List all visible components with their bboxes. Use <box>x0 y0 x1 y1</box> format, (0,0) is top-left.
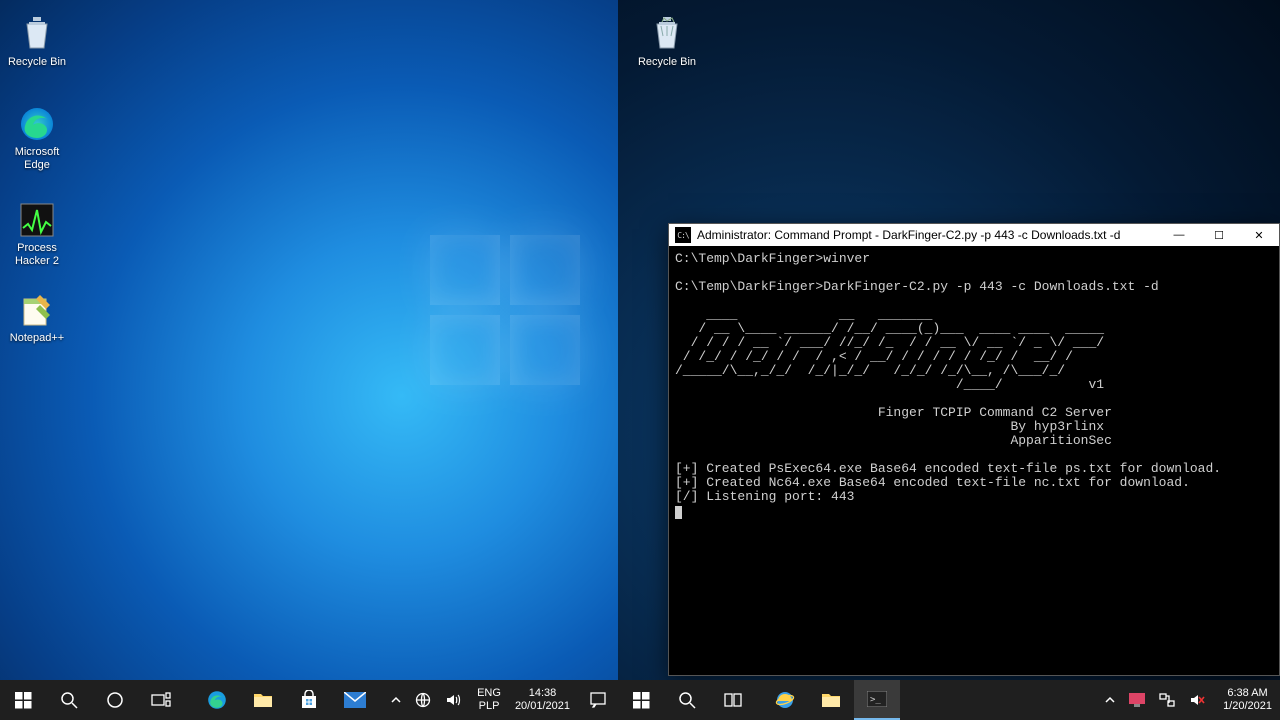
lang-primary: ENG <box>477 687 501 700</box>
cmd-line: C:\Temp\DarkFinger>winver <box>675 252 1273 266</box>
taskbar-ie-button[interactable] <box>762 680 808 720</box>
start-button[interactable] <box>0 680 46 720</box>
recycle-bin-icon[interactable]: Recycle Bin <box>0 14 74 69</box>
trash-icon <box>17 14 57 54</box>
cmd-blank <box>675 448 1273 462</box>
trash-icon <box>647 14 687 54</box>
wallpaper-windows-logo <box>430 235 590 395</box>
taskbar-store-button[interactable] <box>286 680 332 720</box>
svg-text:>_: >_ <box>870 695 881 705</box>
taskbar-explorer-button[interactable] <box>240 680 286 720</box>
lang-secondary: PLP <box>477 700 501 713</box>
edge-logo-icon <box>17 104 57 144</box>
tray-volume-icon[interactable] <box>441 680 465 720</box>
taskbar-mail-button[interactable] <box>332 680 378 720</box>
tray-chevron-up-icon[interactable] <box>387 680 405 720</box>
maximize-button[interactable]: ☐ <box>1199 224 1239 246</box>
cmd-ascii-art: ____ __ _______ / __ \____ ______/ /__/ … <box>675 308 1273 392</box>
icon-label: Recycle Bin <box>630 56 704 69</box>
clock-date: 1/20/2021 <box>1223 700 1272 713</box>
cmd-subtitle: ApparitionSec <box>675 434 1273 448</box>
notepadpp-icon[interactable]: Notepad++ <box>0 290 74 345</box>
cmd-blank <box>675 392 1273 406</box>
left-taskbar: ENG PLP 14:38 20/01/2021 <box>0 680 618 720</box>
system-tray <box>381 680 471 720</box>
system-tray <box>1095 680 1215 720</box>
cmd-app-icon <box>675 227 691 243</box>
icon-label-line1: Process <box>0 242 74 255</box>
tray-chevron-up-icon[interactable] <box>1101 680 1119 720</box>
icon-label-line2: Edge <box>0 159 74 172</box>
taskbar-edge-button[interactable] <box>194 680 240 720</box>
search-button[interactable] <box>664 680 710 720</box>
command-prompt-window: Administrator: Command Prompt - DarkFing… <box>668 223 1280 676</box>
clock-date: 20/01/2021 <box>515 700 570 713</box>
right-taskbar: >_ 6:38 AM 1/20/2021 <box>618 680 1280 720</box>
task-view-button[interactable] <box>138 680 184 720</box>
task-view-button[interactable] <box>710 680 756 720</box>
notepadpp-logo-icon <box>17 290 57 330</box>
cmd-log: [+] Created Nc64.exe Base64 encoded text… <box>675 476 1273 490</box>
clock-time: 6:38 AM <box>1223 687 1272 700</box>
taskbar-cmd-button[interactable]: >_ <box>854 680 900 720</box>
cmd-subtitle: By hyp3rlinx <box>675 420 1273 434</box>
minimize-button[interactable]: — <box>1159 224 1199 246</box>
process-hacker-logo-icon <box>17 200 57 240</box>
action-center-button[interactable] <box>578 680 618 720</box>
tray-volume-muted-icon[interactable] <box>1185 680 1209 720</box>
icon-label-line1: Microsoft <box>0 146 74 159</box>
cmd-subtitle: Finger TCPIP Command C2 Server <box>675 406 1273 420</box>
icon-label: Notepad++ <box>0 332 74 345</box>
cmd-log: [/] Listening port: 443 <box>675 490 1273 504</box>
tray-network-icon[interactable] <box>1155 680 1179 720</box>
close-button[interactable]: ✕ <box>1239 224 1279 246</box>
cmd-titlebar[interactable]: Administrator: Command Prompt - DarkFing… <box>669 224 1279 246</box>
cmd-blank <box>675 266 1273 280</box>
start-button[interactable] <box>618 680 664 720</box>
clock-time: 14:38 <box>515 687 570 700</box>
cmd-body[interactable]: C:\Temp\DarkFinger>winver C:\Temp\DarkFi… <box>669 246 1279 675</box>
cortana-button[interactable] <box>92 680 138 720</box>
tray-network-icon[interactable] <box>411 680 435 720</box>
icon-label: Recycle Bin <box>0 56 74 69</box>
cmd-cursor <box>675 506 682 519</box>
cmd-line: C:\Temp\DarkFinger>DarkFinger-C2.py -p 4… <box>675 280 1273 294</box>
edge-icon[interactable]: Microsoft Edge <box>0 104 74 172</box>
taskbar-explorer-button[interactable] <box>808 680 854 720</box>
search-button[interactable] <box>46 680 92 720</box>
cmd-log: [+] Created PsExec64.exe Base64 encoded … <box>675 462 1273 476</box>
recycle-bin-icon-right[interactable]: Recycle Bin <box>630 14 704 69</box>
cmd-title: Administrator: Command Prompt - DarkFing… <box>697 228 1159 242</box>
right-desktop: Recycle Bin Administrator: Command Promp… <box>618 0 1280 720</box>
cmd-blank <box>675 294 1273 308</box>
tray-clock[interactable]: 14:38 20/01/2021 <box>507 687 578 713</box>
process-hacker-icon[interactable]: Process Hacker 2 <box>0 200 74 268</box>
left-desktop: Recycle Bin Microsoft Edge Process Hacke… <box>0 0 618 720</box>
icon-label-line2: Hacker 2 <box>0 255 74 268</box>
tray-vm-icon[interactable] <box>1125 680 1149 720</box>
tray-clock[interactable]: 6:38 AM 1/20/2021 <box>1215 687 1280 713</box>
tray-language[interactable]: ENG PLP <box>471 687 507 713</box>
